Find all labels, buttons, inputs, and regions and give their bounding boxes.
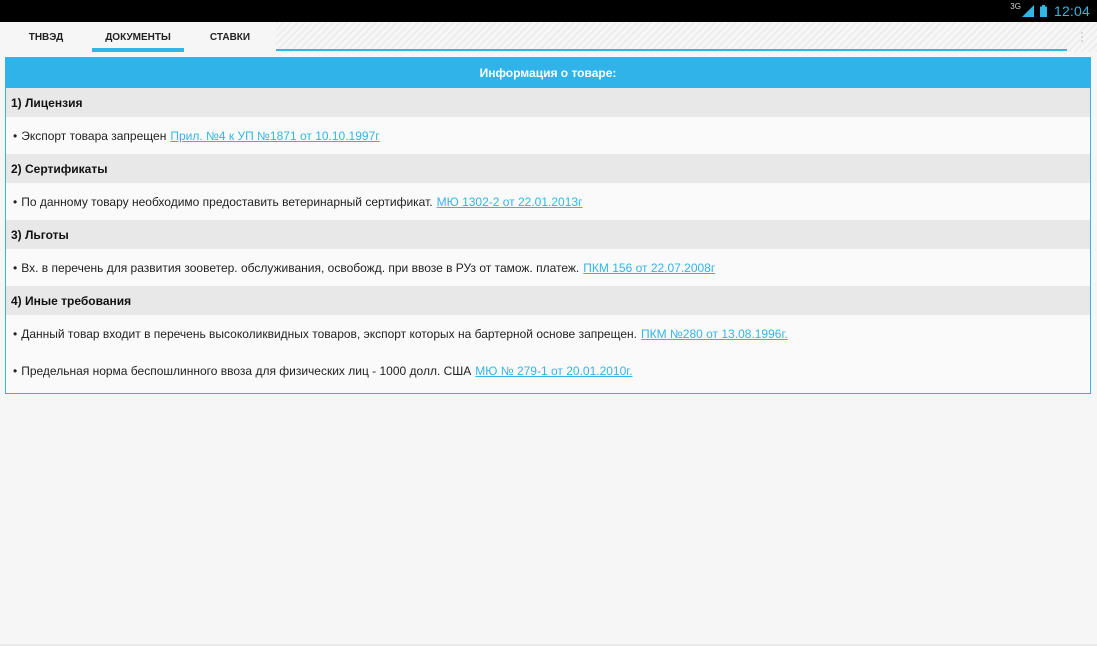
network-type-label: 3G [1010, 1, 1021, 11]
list-item: • Вх. в перечень для развития зооветер. … [6, 249, 1090, 286]
item-text: Данный товар входит в перечень высоколик… [21, 326, 637, 341]
product-info-panel: Информация о товаре: 1) Лицензия • Экспо… [5, 57, 1091, 394]
status-bar: 3G 12:04 [0, 0, 1097, 22]
overflow-menu-icon[interactable] [1067, 22, 1097, 52]
document-link[interactable]: Прил. №4 к УП №1871 от 10.10.1997г [170, 129, 379, 143]
active-tab-indicator [92, 48, 184, 52]
section-title-certificates: 2) Сертификаты [6, 154, 1090, 183]
item-text: Предельная норма беспошлинного ввоза для… [21, 363, 472, 378]
item-text: Вх. в перечень для развития зооветер. об… [21, 260, 580, 275]
tab-label: СТАВКИ [209, 31, 251, 43]
tab-label: ТНВЭД [28, 31, 64, 43]
item-text: Экспорт товара запрещен [21, 128, 167, 143]
status-icons: 3G 12:04 [1010, 0, 1090, 22]
section-title-other-requirements: 4) Иные требования [6, 286, 1090, 315]
signal-icon [1021, 5, 1034, 17]
document-link[interactable]: ПКМ 156 от 22.07.2008г [583, 261, 715, 275]
bullet: • [13, 128, 18, 143]
document-link[interactable]: ПКМ №280 от 13.08.1996г. [641, 327, 788, 341]
tab-rates[interactable]: СТАВКИ [184, 22, 276, 52]
bullet: • [13, 363, 18, 378]
tab-bar: ТНВЭД ДОКУМЕНТЫ СТАВКИ [0, 22, 1097, 52]
item-text: По данному товару необходимо предоставит… [21, 194, 433, 209]
battery-icon [1039, 5, 1047, 17]
bullet: • [13, 194, 18, 209]
tab-label: ДОКУМЕНТЫ [105, 31, 171, 43]
document-link[interactable]: МЮ № 279-1 от 20.01.2010г. [475, 364, 632, 378]
list-item: • По данному товару необходимо предостав… [6, 183, 1090, 220]
list-item: • Предельная норма беспошлинного ввоза д… [6, 352, 1090, 389]
list-item: • Экспорт товара запрещен Прил. №4 к УП … [6, 117, 1090, 154]
bullet: • [13, 260, 18, 275]
clock: 12:04 [1053, 3, 1090, 19]
tab-documents[interactable]: ДОКУМЕНТЫ [92, 22, 184, 52]
tab-tnved[interactable]: ТНВЭД [0, 22, 92, 52]
panel-header: Информация о товаре: [6, 58, 1090, 88]
document-link[interactable]: МЮ 1302-2 от 22.01.2013г [437, 195, 583, 209]
list-item: • Данный товар входит в перечень высокол… [6, 315, 1090, 352]
section-title-benefits: 3) Льготы [6, 220, 1090, 249]
bullet: • [13, 326, 18, 341]
section-title-license: 1) Лицензия [6, 88, 1090, 117]
